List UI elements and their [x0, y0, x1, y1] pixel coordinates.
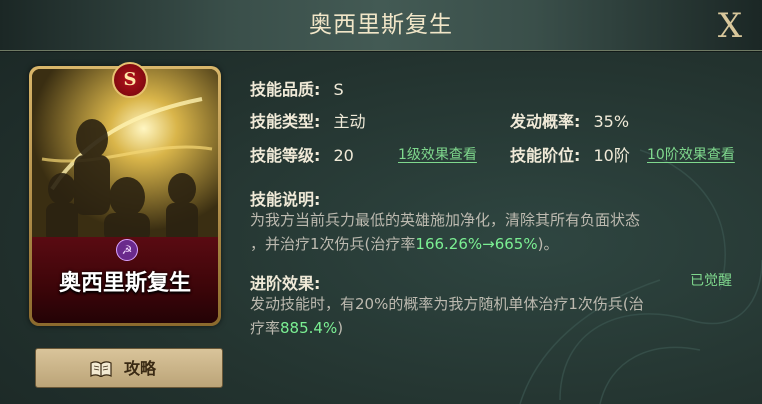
rate-label: 发动概率:: [510, 112, 581, 131]
skill-card-inner: ☭ 奥西里斯复生: [32, 69, 218, 323]
grade-badge: S: [112, 62, 148, 98]
skill-card: ☭ 奥西里斯复生: [29, 66, 221, 326]
type-label: 技能类型:: [250, 112, 321, 131]
awakened-status: 已觉醒: [690, 273, 732, 289]
card-skill-name: 奥西里斯复生: [58, 271, 191, 296]
description-line-2-suffix: )。: [537, 235, 559, 253]
guide-button[interactable]: 攻略: [35, 348, 223, 388]
advanced-text: 发动技能时，有20%的概率为我方随机单体治疗1次伤兵(治 疗率885.4%): [250, 292, 740, 340]
quality-value: S: [333, 80, 344, 99]
description-label: 技能说明:: [250, 190, 321, 209]
description-line-2: ，并治疗1次伤兵(治疗率166.26%→665%)。: [250, 232, 740, 256]
advanced-line-2-suffix: ): [337, 319, 344, 337]
tier-effect-link[interactable]: 10阶效果查看: [647, 144, 735, 164]
level-value: 20: [333, 146, 354, 165]
close-button[interactable]: X: [712, 6, 748, 46]
description-line-2-prefix: ，并治疗1次伤兵(治疗率: [250, 235, 416, 253]
rate-value: 35%: [593, 112, 630, 131]
quality-label: 技能品质:: [250, 80, 321, 99]
sickle-hammer-icon: ☭: [116, 239, 138, 261]
advanced-line-1: 发动技能时，有20%的概率为我方随机单体治疗1次伤兵(治: [250, 295, 644, 313]
advanced-heal-rate-value: 885.4%: [280, 319, 338, 337]
type-value: 主动: [333, 112, 366, 131]
description-text: 为我方当前兵力最低的英雄施加净化，清除其所有负面状态 ，并治疗1次伤兵(治疗率1…: [250, 208, 740, 256]
tier-value: 10阶: [593, 146, 630, 165]
window-title: 奥西里斯复生: [309, 12, 453, 38]
advanced-line-2: 疗率885.4%): [250, 316, 740, 340]
guide-button-label: 攻略: [124, 359, 157, 378]
advanced-line-2-prefix: 疗率: [250, 319, 281, 337]
book-icon: [90, 361, 112, 377]
heal-rate-value: 166.26%→665%: [415, 235, 538, 253]
level-effect-link[interactable]: 1级效果查看: [398, 144, 477, 164]
advanced-label: 进阶效果:: [250, 274, 321, 293]
tier-label: 技能阶位:: [510, 146, 581, 165]
description-line-1: 为我方当前兵力最低的英雄施加净化，清除其所有负面状态: [250, 211, 641, 229]
level-label: 技能等级:: [250, 146, 321, 165]
